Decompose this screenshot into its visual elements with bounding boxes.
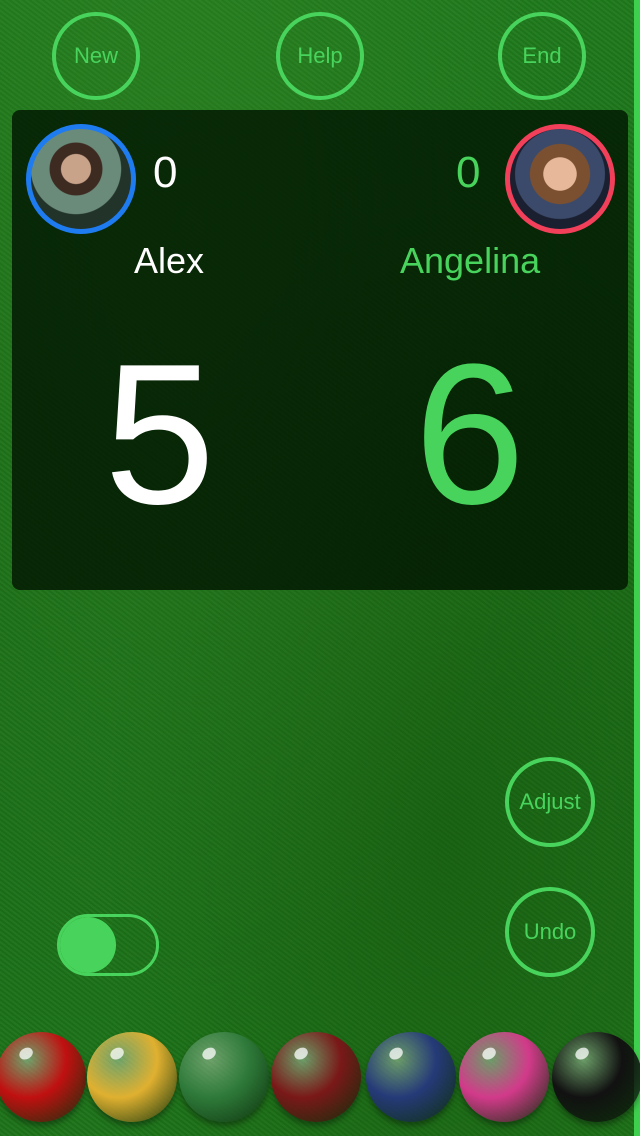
player-right-avatar[interactable] [505, 124, 615, 234]
player-right-score[interactable]: 6 [414, 335, 525, 535]
help-button[interactable]: Help [276, 12, 364, 100]
player-photo-icon [31, 129, 131, 229]
new-game-button[interactable]: New [52, 12, 140, 100]
player-left-score[interactable]: 5 [104, 335, 215, 535]
ball-red[interactable] [0, 1032, 86, 1122]
player-right-frames: 0 [456, 148, 481, 197]
player-left-name[interactable]: Alex [134, 240, 204, 282]
right-edge-bar [634, 0, 640, 1136]
ball-yellow[interactable] [87, 1032, 177, 1122]
player-left-frames: 0 [153, 148, 178, 197]
player-photo-icon [510, 129, 610, 229]
undo-button[interactable]: Undo [505, 887, 595, 977]
ball-brown[interactable] [271, 1032, 361, 1122]
ball-blue[interactable] [366, 1032, 456, 1122]
player-left-avatar[interactable] [26, 124, 136, 234]
toggle-knob [60, 917, 116, 973]
adjust-button[interactable]: Adjust [505, 757, 595, 847]
ball-green[interactable] [179, 1032, 269, 1122]
player-right-name[interactable]: Angelina [400, 240, 540, 282]
ball-black[interactable] [552, 1032, 640, 1122]
ball-pink[interactable] [459, 1032, 549, 1122]
end-game-button[interactable]: End [498, 12, 586, 100]
mode-toggle[interactable] [57, 914, 159, 976]
